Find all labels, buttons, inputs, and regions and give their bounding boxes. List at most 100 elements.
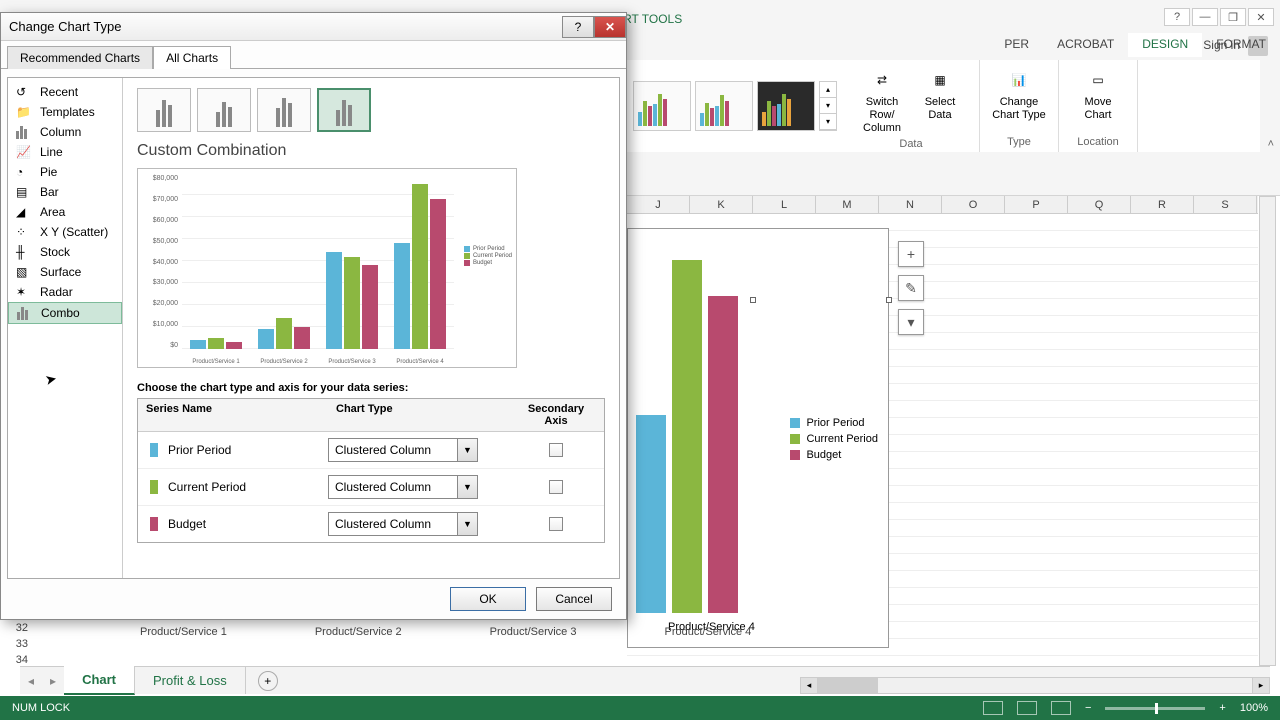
legend-swatch [790, 450, 800, 460]
tab-recommended-charts[interactable]: Recommended Charts [7, 46, 153, 69]
colhdr[interactable]: N [879, 196, 942, 213]
chart-add-element-icon[interactable]: + [898, 241, 924, 267]
combo-subtype-3[interactable] [257, 88, 311, 132]
radar-icon: ✶ [16, 285, 32, 299]
preview-bar [326, 252, 342, 349]
stock-icon: ╫ [16, 245, 32, 259]
preview-bar [276, 318, 292, 349]
colhdr[interactable]: Q [1068, 196, 1131, 213]
ribbon-tab-format[interactable]: FORMAT [1202, 33, 1280, 57]
chart-style-thumb[interactable] [695, 81, 753, 131]
colhdr[interactable]: L [753, 196, 816, 213]
zoom-slider[interactable] [1105, 707, 1205, 710]
chart-bar [708, 296, 738, 613]
app-help-icon[interactable]: ? [1164, 8, 1190, 26]
cancel-button[interactable]: Cancel [536, 587, 612, 611]
ribbon-tab-design[interactable]: DESIGN [1128, 33, 1202, 57]
change-chart-type-button[interactable]: 📊 Change Chart Type [990, 64, 1048, 124]
combo-icon [17, 306, 33, 320]
row-numbers: 323334 [4, 622, 28, 670]
gallery-scroll[interactable]: ▴▾▾ [819, 81, 837, 131]
series-row: Prior Period Clustered Column▼ [138, 432, 604, 469]
chart-style-thumb[interactable] [757, 81, 815, 131]
colhdr[interactable]: S [1194, 196, 1257, 213]
collapse-ribbon-icon[interactable]: ˄ [1268, 138, 1274, 150]
vertical-scrollbar[interactable] [1259, 196, 1276, 666]
category-pie[interactable]: ◔Pie [8, 162, 122, 182]
tab-all-charts[interactable]: All Charts [153, 46, 231, 69]
colhdr[interactable]: R [1131, 196, 1194, 213]
chart-legend: Prior Period Current Period Budget [790, 413, 878, 465]
dialog-titlebar[interactable]: Change Chart Type ? ✕ [1, 13, 626, 41]
zoom-level[interactable]: 100% [1240, 702, 1268, 714]
category-scatter[interactable]: ⁘X Y (Scatter) [8, 222, 122, 242]
colhdr[interactable]: K [690, 196, 753, 213]
tab-prev-icon[interactable]: ◂ [20, 674, 42, 688]
colhdr[interactable]: J [627, 196, 690, 213]
combo-subtype-custom[interactable] [317, 88, 371, 132]
grid-icon: ▦ [924, 66, 956, 94]
app-restore-button[interactable]: ❐ [1220, 8, 1246, 26]
app-minimize-button[interactable]: — [1192, 8, 1218, 26]
combo-subtype-2[interactable] [197, 88, 251, 132]
category-recent[interactable]: ↺Recent [8, 82, 122, 102]
category-column[interactable]: Column [8, 122, 122, 142]
chart-type-select[interactable]: Clustered Column▼ [328, 475, 478, 499]
move-chart-button[interactable]: ▭ Move Chart [1069, 64, 1127, 124]
category-area[interactable]: ◢Area [8, 202, 122, 222]
chart-style-brush-icon[interactable]: ✎ [898, 275, 924, 301]
combo-subtype-row [137, 88, 605, 132]
add-sheet-button[interactable]: + [258, 671, 278, 691]
category-bar[interactable]: ▤Bar [8, 182, 122, 202]
preview-bar [226, 342, 242, 349]
zoom-out-button[interactable]: − [1085, 702, 1091, 714]
category-stock[interactable]: ╫Stock [8, 242, 122, 262]
group-label-location: Location [1077, 136, 1119, 148]
ribbon-tab-acrobat[interactable]: ACROBAT [1043, 33, 1128, 57]
ok-button[interactable]: OK [450, 587, 526, 611]
colhdr[interactable]: P [1005, 196, 1068, 213]
view-layout-icon[interactable] [1017, 701, 1037, 715]
category-combo[interactable]: Combo [8, 302, 122, 324]
dialog-help-button[interactable]: ? [562, 16, 594, 38]
category-templates[interactable]: 📁Templates [8, 102, 122, 122]
tab-next-icon[interactable]: ▸ [42, 674, 64, 688]
embedded-chart[interactable]: Prior Period Current Period Budget Produ… [627, 228, 889, 648]
chart-type-select[interactable]: Clustered Column▼ [328, 512, 478, 536]
ribbon-tab-developer[interactable]: PER [990, 33, 1043, 57]
view-normal-icon[interactable] [983, 701, 1003, 715]
chart-filter-icon[interactable]: ▾ [898, 309, 924, 335]
chevron-down-icon: ▼ [457, 513, 477, 535]
chart-type-select[interactable]: Clustered Column▼ [328, 438, 478, 462]
zoom-in-button[interactable]: + [1219, 702, 1225, 714]
line-icon: 📈 [16, 145, 32, 159]
sheet-tab-chart[interactable]: Chart [64, 666, 135, 695]
preview-y-axis: $80,000$70,000$60,000$50,000$40,000$30,0… [144, 175, 178, 349]
horizontal-scrollbar[interactable]: ◂▸ [800, 677, 1270, 694]
category-surface[interactable]: ▧Surface [8, 262, 122, 282]
series-name-label: Prior Period [168, 443, 231, 457]
preview-bar [258, 329, 274, 349]
preview-bar [208, 338, 224, 349]
category-radar[interactable]: ✶Radar [8, 282, 122, 302]
chart-styles-gallery[interactable]: ▴▾▾ [627, 60, 843, 152]
view-break-icon[interactable] [1051, 701, 1071, 715]
colhdr[interactable]: M [816, 196, 879, 213]
preview-bar [344, 257, 360, 349]
dialog-close-button[interactable]: ✕ [594, 16, 626, 38]
resize-handle[interactable] [886, 297, 892, 303]
secondary-axis-checkbox[interactable] [549, 517, 563, 531]
secondary-axis-checkbox[interactable] [549, 480, 563, 494]
sheet-tab-pl[interactable]: Profit & Loss [135, 667, 246, 694]
chart-style-thumb[interactable] [633, 81, 691, 131]
secondary-axis-checkbox[interactable] [549, 443, 563, 457]
category-line[interactable]: 📈Line [8, 142, 122, 162]
colhdr[interactable]: O [942, 196, 1005, 213]
switch-row-column-button[interactable]: ⇄ Switch Row/ Column [853, 64, 911, 138]
th-series-name: Series Name [138, 399, 328, 431]
app-close-button[interactable]: ✕ [1248, 8, 1274, 26]
combo-subtype-1[interactable] [137, 88, 191, 132]
select-data-button[interactable]: ▦ Select Data [911, 64, 969, 138]
group-label-data: Data [899, 138, 922, 150]
resize-handle[interactable] [750, 297, 756, 303]
